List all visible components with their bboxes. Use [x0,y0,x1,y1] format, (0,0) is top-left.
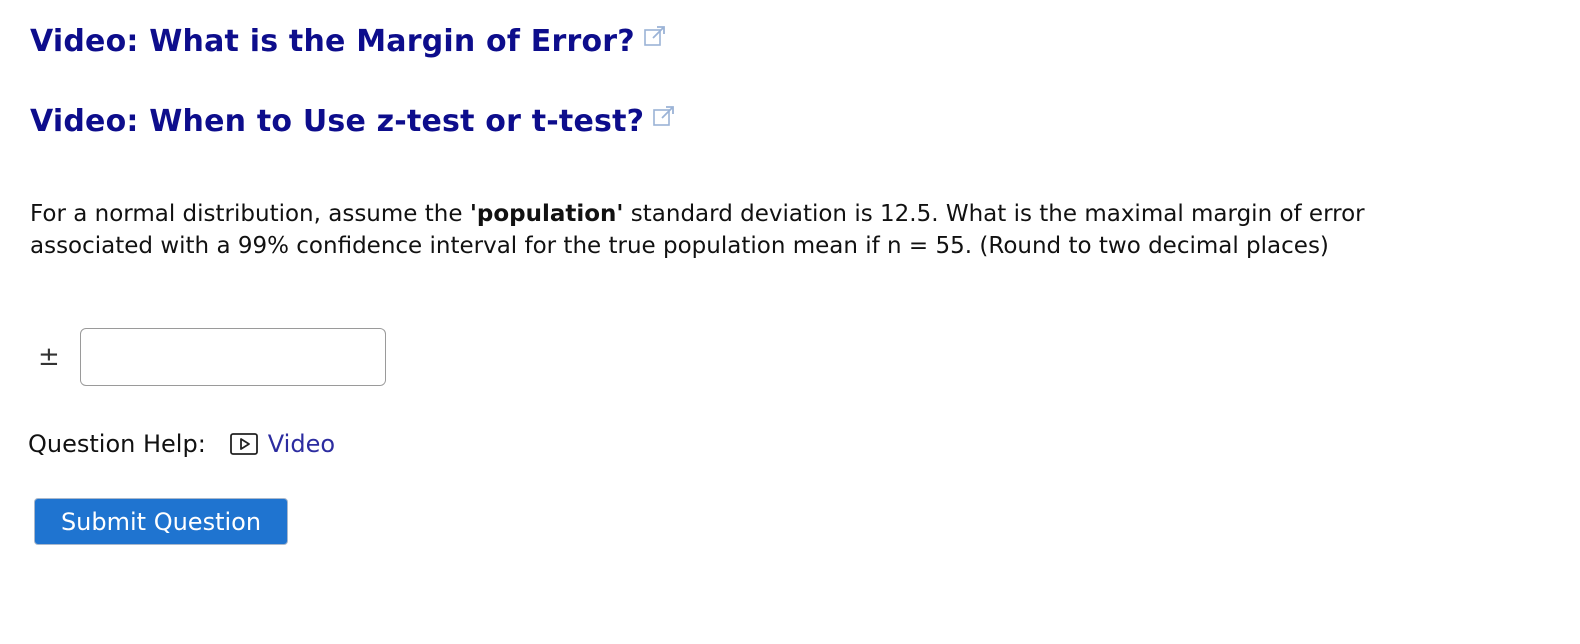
video-link-margin-of-error[interactable]: Video: What is the Margin of Error? [30,24,635,59]
question-help-label: Question Help: [28,430,206,458]
question-page: Video: What is the Margin of Error? Vide… [0,0,1580,644]
video-help-label: Video [267,430,336,458]
video-help-link[interactable]: Video [229,430,336,458]
external-link-icon[interactable] [652,104,676,128]
video-link-row-margin-of-error: Video: What is the Margin of Error? [30,24,667,59]
question-help: Question Help: Video [28,430,335,458]
play-video-icon [229,432,258,456]
question-text: For a normal distribution, assume the 'p… [30,198,1430,262]
submit-question-button[interactable]: Submit Question [34,498,288,545]
video-link-row-z-or-t-test: Video: When to Use z-test or t-test? [30,104,676,139]
answer-input[interactable] [80,328,386,386]
answer-row: ± [38,328,386,386]
video-link-z-or-t-test[interactable]: Video: When to Use z-test or t-test? [30,104,644,139]
external-link-icon[interactable] [643,24,667,48]
question-text-part1: For a normal distribution, assume the [30,201,470,227]
plus-minus-sign: ± [38,342,60,372]
question-text-bold: 'population' [469,201,624,227]
